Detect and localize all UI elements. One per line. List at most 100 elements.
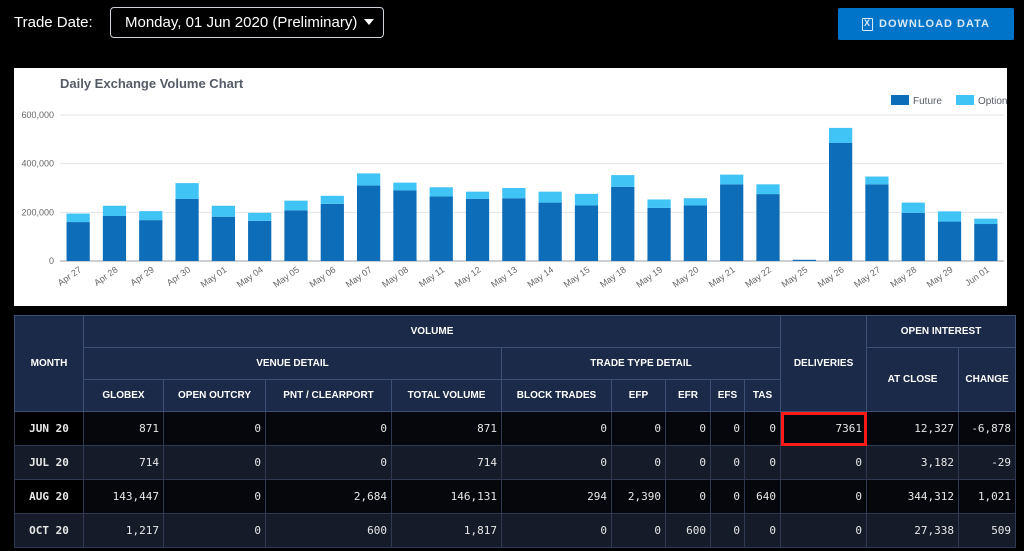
- trade-date-label: Trade Date:: [14, 14, 93, 31]
- download-data-button[interactable]: DOWNLOAD DATA: [838, 8, 1014, 40]
- cell-globex: 871: [83, 411, 164, 446]
- cell-block: 0: [501, 411, 612, 446]
- header-pnt-clearport: PNT / CLEARPORT: [265, 379, 392, 412]
- bar-future: [828, 142, 853, 261]
- cell-deliveries: 7361: [780, 411, 868, 446]
- trade-date-select[interactable]: Monday, 01 Jun 2020 (Preliminary): [110, 7, 384, 38]
- table-row: AUG 20 143,447 0 2,684 146,131 294 2,390 0 0 640 0…: [14, 479, 1017, 514]
- cell-pnt: 2,684: [265, 479, 392, 514]
- header-efp: EFP: [611, 379, 666, 412]
- bar-option: [66, 213, 90, 223]
- bar-future: [502, 198, 526, 261]
- header-open-outcry: OPEN OUTCRY: [163, 379, 266, 412]
- bar-option: [647, 199, 671, 208]
- y-tick-label: 600,000: [21, 110, 54, 120]
- x-tick-label: May 25: [780, 264, 810, 289]
- cell-month: OCT 20: [14, 513, 84, 548]
- bar-option: [756, 184, 780, 195]
- cell-efp: 0: [611, 411, 666, 446]
- legend-label-future: Future: [913, 96, 942, 107]
- bar-future: [901, 212, 925, 261]
- cell-tas: 0: [743, 513, 782, 548]
- cell-change: -6,878: [958, 411, 1017, 446]
- cell-pnt: 600: [265, 513, 392, 548]
- header-at-close: AT CLOSE: [866, 347, 960, 412]
- bar-future: [756, 194, 780, 261]
- legend-swatch-future: [891, 95, 909, 105]
- cell-at-close: 3,182: [866, 445, 960, 480]
- volume-table: MONTH VOLUME DELIVERIES OPEN INTEREST VE…: [14, 315, 1017, 548]
- cell-block: 294: [501, 479, 612, 514]
- x-tick-label: Jun 01: [963, 264, 991, 288]
- cell-change: 1,021: [958, 479, 1017, 514]
- bar-future: [720, 184, 744, 261]
- bar-future: [538, 202, 562, 261]
- cell-efr: 0: [665, 445, 711, 480]
- chart-title: Daily Exchange Volume Chart: [60, 76, 244, 91]
- header-total-volume: TOTAL VOLUME: [391, 379, 502, 412]
- cell-month: JUL 20: [14, 445, 84, 480]
- cell-open-outcry: 0: [163, 445, 266, 480]
- download-data-label: DOWNLOAD DATA: [879, 18, 990, 30]
- bar-future: [175, 198, 199, 261]
- x-tick-label: May 01: [199, 264, 229, 289]
- header-volume: VOLUME: [82, 315, 782, 348]
- bar-option: [502, 188, 526, 199]
- cell-open-outcry: 0: [163, 479, 266, 514]
- x-tick-label: May 22: [743, 264, 773, 289]
- bar-option: [175, 183, 199, 199]
- cell-total: 871: [391, 411, 502, 446]
- bar-option: [356, 173, 381, 186]
- x-tick-label: May 19: [634, 264, 664, 289]
- legend-label-option: Option: [978, 96, 1007, 107]
- x-tick-label: May 05: [271, 264, 301, 289]
- bar-future: [248, 220, 272, 261]
- x-tick-label: Apr 29: [128, 264, 155, 287]
- cell-change: -29: [958, 445, 1017, 480]
- header-efr: EFR: [665, 379, 711, 412]
- cell-pnt: 0: [265, 445, 392, 480]
- bar-future: [211, 216, 236, 261]
- cell-efr: 0: [665, 411, 711, 446]
- bar-option: [865, 176, 889, 185]
- cell-tas: 0: [743, 445, 782, 480]
- cell-block: 0: [501, 445, 612, 480]
- bar-option: [429, 187, 453, 197]
- cell-efs: 0: [710, 513, 745, 548]
- bar-option: [937, 211, 962, 222]
- x-tick-label: Apr 27: [56, 264, 83, 287]
- x-tick-label: May 29: [925, 264, 955, 289]
- trade-date-value: Monday, 01 Jun 2020 (Preliminary): [125, 14, 358, 31]
- daily-volume-chart: Daily Exchange Volume Chart 0 200,000 400,0…: [14, 68, 1007, 306]
- bar-option: [248, 212, 272, 221]
- header-venue-detail: VENUE DETAIL: [83, 347, 502, 380]
- header-open-interest: OPEN INTEREST: [866, 315, 1017, 348]
- bar-option: [901, 202, 925, 213]
- caret-down-icon: [364, 19, 374, 25]
- table-row: OCT 20 1,217 0 600 1,817 0 0 600 0 0 0 27,338 509: [14, 513, 1017, 548]
- cell-efs: 0: [710, 445, 745, 480]
- header-deliveries: DELIVERIES: [780, 315, 868, 412]
- cell-at-close: 12,327: [866, 411, 960, 446]
- x-tick-label: May 07: [344, 264, 374, 289]
- table-body: JUN 20 871 0 0 871 0 0 0 0 0 7361 12,327 -6,878 JUL 2…: [14, 411, 1017, 548]
- header-tas: TAS: [743, 379, 782, 412]
- header-block-trades: BLOCK TRADES: [501, 379, 612, 412]
- cell-month: AUG 20: [14, 479, 84, 514]
- cell-efs: 0: [710, 411, 745, 446]
- table-row: JUL 20 714 0 0 714 0 0 0 0 0 0 3,182 -29: [14, 445, 1017, 480]
- bar-future: [139, 220, 163, 261]
- cell-efr: 0: [665, 479, 711, 514]
- bar-future: [66, 222, 90, 261]
- x-tick-label: May 18: [598, 264, 628, 289]
- header-efs: EFS: [710, 379, 745, 412]
- cell-total: 1,817: [391, 513, 502, 548]
- bar-future: [429, 196, 453, 261]
- y-tick-label: 200,000: [21, 207, 54, 217]
- header-globex: GLOBEX: [83, 379, 164, 412]
- x-tick-label: May 06: [308, 264, 338, 289]
- bar-option: [320, 195, 344, 204]
- header-month: MONTH: [14, 315, 84, 412]
- cell-deliveries: 0: [780, 479, 868, 514]
- x-tick-label: Apr 30: [165, 264, 192, 287]
